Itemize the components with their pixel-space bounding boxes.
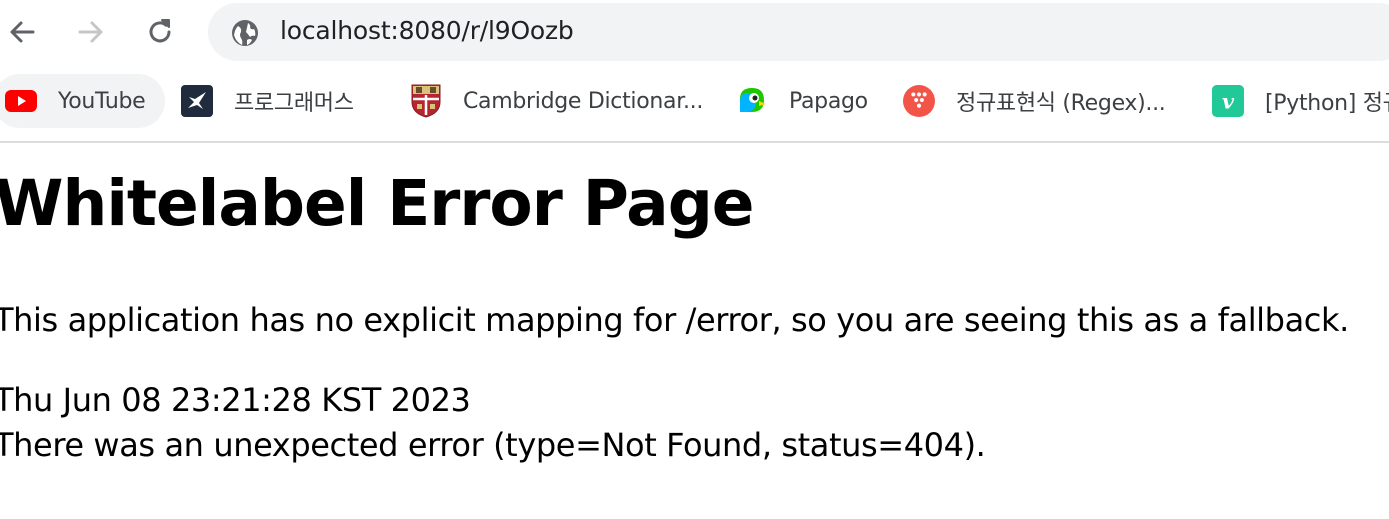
reload-button[interactable] [140, 12, 180, 52]
regex-dots-icon [903, 85, 935, 117]
globe-icon[interactable] [230, 18, 260, 48]
bookmark-label: YouTube [58, 88, 146, 114]
address-bar[interactable]: localhost:8080/r/l9Oozb [208, 3, 1389, 61]
programmers-icon [181, 85, 213, 117]
bookmark-label: Papago [789, 88, 868, 114]
bookmark-regex[interactable]: 정규표현식 (Regex)... [903, 71, 1166, 131]
bookmark-label: 정규표현식 (Regex)... [956, 91, 1166, 116]
bookmarks-bar: YouTube 프로그래머스 Cambridge Dictionar... Pa… [0, 71, 1389, 131]
bookmark-cambridge[interactable]: Cambridge Dictionar... [410, 71, 703, 131]
svg-text:v: v [1222, 90, 1235, 114]
forward-button[interactable] [71, 12, 111, 52]
reload-icon [149, 19, 171, 43]
back-button[interactable] [2, 12, 42, 52]
bookmark-label: Cambridge Dictionar... [463, 88, 704, 114]
error-timestamp: Thu Jun 08 23:21:28 KST 2023 [0, 381, 471, 419]
error-description: This application has no explicit mapping… [0, 301, 1349, 339]
bookmark-label: [Python] 정규 [1265, 91, 1389, 116]
page-title: Whitelabel Error Page [0, 167, 755, 240]
velog-v-icon: v [1212, 85, 1244, 117]
browser-chrome: localhost:8080/r/l9Oozb YouTube 프로그래머스 C… [0, 0, 1389, 143]
papago-icon [736, 85, 768, 117]
back-arrow-icon [10, 21, 35, 43]
bookmark-label: 프로그래머스 [234, 91, 354, 116]
bookmark-youtube[interactable]: YouTube [0, 71, 165, 131]
bookmark-programmers[interactable]: 프로그래머스 [181, 71, 354, 131]
youtube-icon [5, 85, 37, 117]
error-details: There was an unexpected error (type=Not … [0, 426, 986, 464]
bookmark-velog[interactable]: v [Python] 정규 [1212, 71, 1389, 131]
cambridge-crest-icon [410, 84, 442, 118]
forward-arrow-icon [78, 21, 103, 43]
url-text[interactable]: localhost:8080/r/l9Oozb [280, 16, 574, 45]
bookmark-papago[interactable]: Papago [736, 71, 868, 131]
